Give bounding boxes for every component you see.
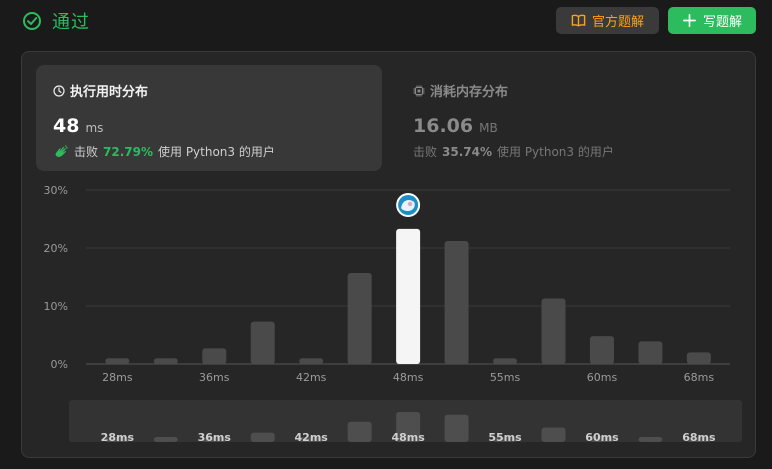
chart-y-axis: 30% 20% 10% 0% (44, 184, 68, 371)
x-tick-label: 48ms (393, 371, 424, 384)
x-tick-label: 36ms (199, 371, 230, 384)
navigator-tick-label: 28ms (101, 431, 135, 444)
bar-highlight[interactable] (396, 228, 421, 364)
bar[interactable] (105, 358, 130, 364)
x-tick-label: 42ms (296, 371, 327, 384)
bar[interactable] (444, 241, 469, 364)
x-tick-label: 55ms (490, 371, 521, 384)
x-tick-label: 28ms (102, 371, 133, 384)
bar[interactable] (493, 358, 518, 364)
navigator-bar (250, 432, 275, 442)
navigator-tick-label: 42ms (295, 431, 329, 444)
x-tick-label: 68ms (684, 371, 715, 384)
y-tick-label: 20% (44, 242, 68, 255)
user-avatar-icon (396, 193, 421, 217)
navigator-bar (444, 414, 469, 442)
bar[interactable] (202, 348, 227, 364)
navigator-tick-label: 55ms (488, 431, 522, 444)
bar[interactable] (153, 358, 178, 364)
bar[interactable] (686, 352, 711, 364)
y-tick-label: 10% (44, 300, 68, 313)
chart-bars (105, 228, 711, 364)
runtime-distribution-chart: 30% 20% 10% 0% 28ms 36ms 42ms 48ms 55ms 60ms 68ms… (44, 184, 742, 444)
navigator-tick-label: 68ms (682, 431, 716, 444)
chart-x-axis: 28ms 36ms 42ms 48ms 55ms 60ms 68ms (102, 371, 714, 384)
navigator-bar (541, 427, 566, 442)
chart-marker (396, 193, 421, 217)
navigator-bar (638, 436, 663, 442)
y-tick-label: 30% (44, 184, 68, 197)
navigator-tick-label: 60ms (585, 431, 619, 444)
chart-range-navigator[interactable]: 28ms 36ms 42ms 48ms 55ms 60ms 68ms (69, 400, 742, 444)
navigator-bar (347, 421, 372, 442)
bar[interactable] (638, 341, 663, 364)
y-tick-label: 0% (51, 358, 68, 371)
navigator-tick-label: 36ms (198, 431, 232, 444)
bar[interactable] (299, 358, 324, 364)
x-tick-label: 60ms (587, 371, 618, 384)
bar[interactable] (589, 336, 614, 364)
bar[interactable] (347, 272, 372, 364)
bar[interactable] (250, 321, 275, 364)
bar[interactable] (541, 298, 566, 364)
navigator-tick-label: 48ms (391, 431, 425, 444)
navigator-bar (153, 437, 178, 442)
